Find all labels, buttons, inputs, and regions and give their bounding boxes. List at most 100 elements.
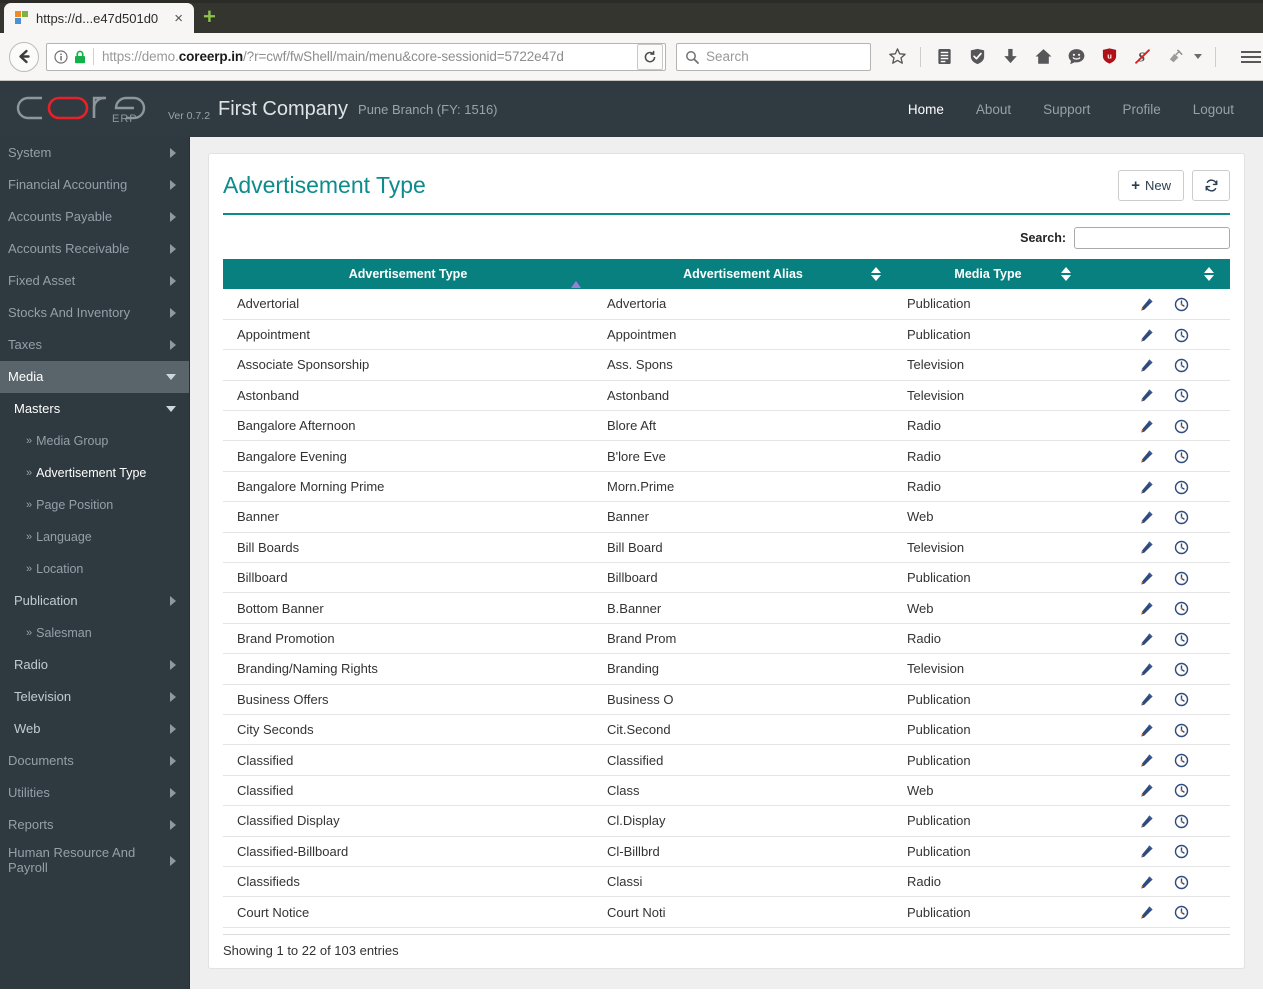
sidebar-item-fixed-asset[interactable]: Fixed Asset [0,265,189,297]
history-clock-icon[interactable] [1174,388,1189,403]
table-row[interactable]: Court Notice Court Noti Publication [223,896,1230,928]
history-clock-icon[interactable] [1174,632,1189,647]
browser-tab[interactable]: https://d...e47d501d0 × [4,3,194,33]
edit-icon[interactable] [1139,388,1154,403]
table-row[interactable]: Bangalore Morning Prime Morn.Prime Radio [223,471,1230,503]
download-arrow-icon[interactable] [1000,47,1020,67]
url-bar[interactable]: https://demo.coreerp.in/?r=cwf/fwShell/m… [46,42,666,71]
edit-icon[interactable] [1139,297,1154,312]
new-tab-button[interactable]: + [203,6,216,28]
ublock-origin-icon[interactable]: u [1099,47,1119,67]
sidebar-item-web[interactable]: Web [0,713,189,745]
sort-none-icon[interactable] [871,267,881,281]
sidebar-item-documents[interactable]: Documents [0,745,189,777]
menu-hamburger-icon[interactable] [1241,50,1261,63]
history-clock-icon[interactable] [1174,449,1189,464]
edit-icon[interactable] [1139,419,1154,434]
sidebar-item-media-group[interactable]: » Media Group [0,425,189,457]
sort-none-icon[interactable] [1061,267,1071,281]
table-row[interactable]: Billboard Billboard Publication [223,562,1230,594]
edit-icon[interactable] [1139,905,1154,920]
edit-icon[interactable] [1139,480,1154,495]
table-row[interactable]: Classified Display Cl.Display Publication [223,805,1230,837]
table-row[interactable]: Banner Banner Web [223,501,1230,533]
table-row[interactable]: Bottom Banner B.Banner Web [223,592,1230,624]
edit-icon[interactable] [1139,875,1154,890]
edit-icon[interactable] [1139,328,1154,343]
history-clock-icon[interactable] [1174,875,1189,890]
history-clock-icon[interactable] [1174,723,1189,738]
sidebar-item-language[interactable]: » Language [0,521,189,553]
nav-logout[interactable]: Logout [1193,102,1234,117]
history-clock-icon[interactable] [1174,662,1189,677]
edit-icon[interactable] [1139,753,1154,768]
search-input[interactable] [1074,227,1230,249]
close-tab-icon[interactable]: × [172,11,185,26]
back-button[interactable] [9,41,39,72]
table-row[interactable]: Appointment Appointmen Publication [223,319,1230,351]
history-clock-icon[interactable] [1174,297,1189,312]
sidebar-item-taxes[interactable]: Taxes [0,329,189,361]
sidebar-item-system[interactable]: System [0,137,189,169]
history-clock-icon[interactable] [1174,510,1189,525]
sidebar-item-location[interactable]: » Location [0,553,189,585]
noscript-icon[interactable]: S [1132,47,1152,67]
sidebar-item-utilities[interactable]: Utilities [0,777,189,809]
history-clock-icon[interactable] [1174,753,1189,768]
table-row[interactable]: Bangalore Evening B'lore Eve Radio [223,440,1230,472]
sidebar-item-advertisement-type[interactable]: » Advertisement Type [0,457,189,489]
nav-about[interactable]: About [976,102,1011,117]
edit-icon[interactable] [1139,783,1154,798]
table-row[interactable]: Branding/Naming Rights Branding Television [223,653,1230,685]
edit-icon[interactable] [1139,814,1154,829]
history-clock-icon[interactable] [1174,358,1189,373]
sidebar-item-reports[interactable]: Reports [0,809,189,841]
edit-icon[interactable] [1139,601,1154,616]
edit-icon[interactable] [1139,692,1154,707]
table-row[interactable]: Courtesy SponsorshipC.SponsorTelevision [223,927,1230,934]
table-row[interactable]: Bill Boards Bill Board Television [223,532,1230,564]
nav-home[interactable]: Home [908,102,944,117]
table-row[interactable]: Bangalore Afternoon Blore Aft Radio [223,410,1230,442]
history-clock-icon[interactable] [1174,783,1189,798]
column-header-advertisement-alias[interactable]: Advertisement Alias [593,259,893,289]
sidebar-item-accounts-receivable[interactable]: Accounts Receivable [0,233,189,265]
sidebar-item-page-position[interactable]: » Page Position [0,489,189,521]
shield-icon[interactable] [967,47,987,67]
nav-support[interactable]: Support [1043,102,1090,117]
history-clock-icon[interactable] [1174,480,1189,495]
new-button[interactable]: + New [1118,170,1184,201]
table-row[interactable]: Associate Sponsorship Ass. Spons Televisio… [223,349,1230,381]
edit-icon[interactable] [1139,571,1154,586]
column-header-media-type[interactable]: Media Type [893,259,1083,289]
history-clock-icon[interactable] [1174,905,1189,920]
history-clock-icon[interactable] [1174,571,1189,586]
history-clock-icon[interactable] [1174,419,1189,434]
plugin-icon[interactable] [1165,47,1185,67]
edit-icon[interactable] [1139,510,1154,525]
table-row[interactable]: Classified Class Web [223,775,1230,807]
history-clock-icon[interactable] [1174,540,1189,555]
edit-icon[interactable] [1139,723,1154,738]
sidebar-item-masters[interactable]: Masters [0,393,189,425]
history-clock-icon[interactable] [1174,844,1189,859]
table-row[interactable]: Classifieds Classi Radio [223,866,1230,898]
table-body-scroll[interactable]: Advertorial Advertoria Publication Appointm… [223,289,1230,935]
sidebar-item-radio[interactable]: Radio [0,649,189,681]
brand-logo[interactable]: ERP Ver 0.7.2 [0,92,218,126]
sidebar-item-accounts-payable[interactable]: Accounts Payable [0,201,189,233]
history-clock-icon[interactable] [1174,692,1189,707]
column-header-advertisement-type[interactable]: Advertisement Type [223,259,593,289]
edit-icon[interactable] [1139,662,1154,677]
table-row[interactable]: Classified-Billboard Cl-Billbrd Publicatio… [223,836,1230,867]
info-icon[interactable] [54,49,68,64]
reload-button[interactable] [637,43,663,70]
sidebar-item-financial-accounting[interactable]: Financial Accounting [0,169,189,201]
sort-none-icon[interactable] [1204,267,1214,281]
edit-icon[interactable] [1139,449,1154,464]
edit-icon[interactable] [1139,540,1154,555]
browser-search-bar[interactable]: Search [676,42,871,71]
edit-icon[interactable] [1139,632,1154,647]
bookmark-star-icon[interactable] [887,47,907,67]
sidebar-item-television[interactable]: Television [0,681,189,713]
